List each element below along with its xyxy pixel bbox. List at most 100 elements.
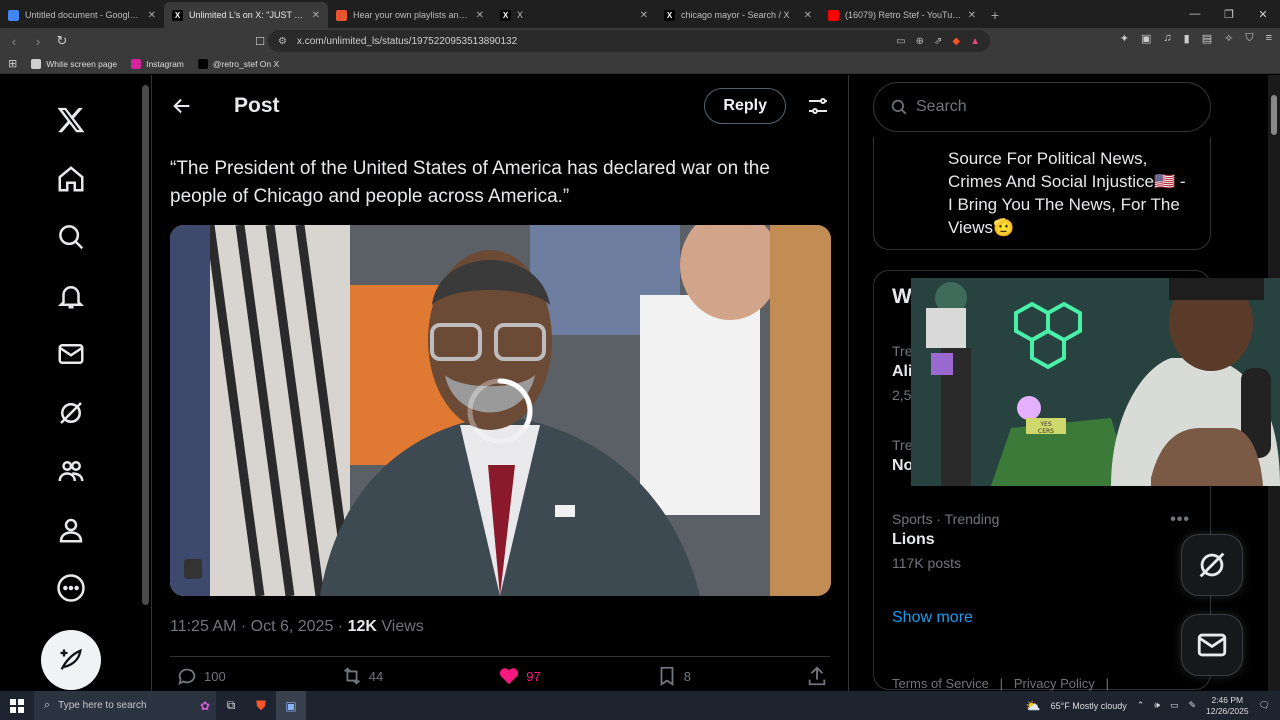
repost-action[interactable]: 44 [341, 665, 383, 687]
back-nav-icon[interactable]: ‹ [4, 31, 24, 51]
scrollbar-thumb[interactable] [1271, 95, 1277, 135]
trend-more-icon[interactable]: ••• [1170, 511, 1190, 529]
show-more-link[interactable]: Show more [892, 609, 973, 627]
tab-close-icon[interactable]: ✕ [148, 10, 156, 21]
tray-chevron-icon[interactable]: ⌃ [1137, 700, 1145, 711]
clock[interactable]: 2:46 PM 12/26/2025 [1206, 695, 1249, 717]
address-bar[interactable]: ⚙ x.com/unlimited_ls/status/197522095351… [268, 30, 990, 52]
widget-icon[interactable]: ✿ [200, 699, 210, 713]
post-timestamp[interactable]: 11:25 AM · Oct 6, 2025 · [170, 618, 348, 635]
share-icon[interactable]: ⇗ [934, 36, 942, 47]
explore-search-icon[interactable] [41, 208, 101, 267]
music-icon [336, 9, 347, 21]
back-arrow-icon[interactable] [170, 94, 194, 118]
video-control-icon[interactable] [184, 559, 202, 579]
messages-floating-button[interactable] [1181, 614, 1243, 676]
bookmark-page-icon[interactable]: ☐ [250, 31, 270, 51]
left-scrollbar[interactable] [142, 85, 149, 605]
minimize-icon[interactable]: — [1178, 0, 1212, 28]
site-info-icon[interactable]: ⚙ [278, 36, 287, 47]
communities-icon[interactable] [41, 442, 101, 501]
start-button[interactable] [0, 691, 34, 720]
media-icon[interactable]: ♫ [1163, 32, 1171, 45]
extensions-icon[interactable]: ✦ [1120, 32, 1129, 45]
menu-icon[interactable]: ≡ [1266, 32, 1272, 45]
brave-rewards-icon[interactable]: ▲ [970, 36, 980, 47]
screenshot-icon[interactable]: ▣ [1141, 32, 1151, 45]
views-count: 12K [347, 618, 377, 635]
bookmark-item[interactable]: White screen page [31, 58, 117, 69]
bookmark-action[interactable]: 8 [656, 665, 691, 687]
tab-close-icon[interactable]: ✕ [804, 10, 812, 21]
x-logo-icon[interactable] [41, 91, 101, 150]
zoom-icon[interactable]: ⊕ [916, 36, 924, 47]
leo-icon[interactable]: ✧ [1224, 32, 1233, 45]
post-video[interactable] [170, 225, 831, 596]
x-icon: X [172, 9, 183, 21]
brave-taskbar-icon[interactable]: ⛊ [246, 691, 276, 720]
vpn-icon[interactable]: ⛉ [1245, 32, 1253, 45]
home-icon[interactable] [41, 150, 101, 209]
bookmark-item[interactable]: Instagram [131, 58, 184, 69]
taskbar-search[interactable]: ⌕ Type here to search ✿ [34, 691, 216, 720]
close-window-icon[interactable]: ✕ [1246, 0, 1280, 28]
privacy-link[interactable]: Privacy Policy [1014, 676, 1095, 691]
volume-icon[interactable]: 🕪 [1154, 700, 1160, 711]
new-tab-button[interactable]: + [984, 2, 1006, 28]
brave-shield-icon[interactable]: ◆ [952, 36, 960, 47]
x-icon: X [500, 9, 511, 21]
terms-link[interactable]: Terms of Service [892, 676, 989, 691]
browser-tab[interactable]: (16079) Retro Stef - YouTube ✕ [820, 2, 984, 28]
bookmark-item[interactable]: @retro_stef On X [197, 58, 279, 69]
trend-item[interactable]: Tre Ali 2,5 [892, 343, 912, 403]
messages-envelope-icon[interactable] [41, 325, 101, 384]
app-taskbar-icon[interactable]: ▣ [276, 691, 306, 720]
grok-floating-button[interactable] [1181, 534, 1243, 596]
cast-icon[interactable]: ▭ [896, 36, 905, 47]
grok-icon[interactable] [41, 384, 101, 443]
browser-tab[interactable]: X X ✕ [492, 2, 656, 28]
tab-close-icon[interactable]: ✕ [968, 10, 976, 21]
compose-post-button[interactable] [41, 629, 101, 690]
wallet-icon[interactable]: ▤ [1202, 32, 1212, 45]
restore-icon[interactable]: ❐ [1212, 0, 1246, 28]
forward-nav-icon[interactable]: › [28, 31, 48, 51]
clock-date: 12/26/2025 [1206, 705, 1249, 716]
notification-icon[interactable]: 🗨 [1259, 700, 1270, 711]
windows-logo-icon [10, 698, 24, 713]
more-options-icon[interactable] [41, 559, 101, 618]
tab-close-icon[interactable]: ✕ [640, 10, 648, 21]
tab-close-icon[interactable]: ✕ [476, 10, 484, 21]
views-label: Views [376, 618, 424, 635]
browser-tab[interactable]: Untitled document - Google Docs ✕ [0, 2, 164, 28]
task-view-icon[interactable]: ⧉ [216, 691, 246, 720]
search-placeholder: Search [916, 98, 967, 115]
profile-icon[interactable] [41, 501, 101, 560]
weather-text[interactable]: 65°F Mostly cloudy [1051, 701, 1127, 711]
reply-settings-icon[interactable] [806, 94, 830, 118]
sidebar-icon[interactable]: ▮ [1184, 32, 1190, 45]
browser-tab[interactable]: Xchicago mayor - Search / X ✕ [656, 2, 820, 28]
trend-category: Tre [892, 343, 913, 359]
browser-toolbar: ‹ › ↻ ☐ ⚙ x.com/unlimited_ls/status/1975… [0, 28, 1280, 54]
notifications-bell-icon[interactable] [41, 267, 101, 326]
footer-links: Terms of Service | Privacy Policy | [892, 676, 1109, 691]
window-controls: — ❐ ✕ [1178, 0, 1280, 28]
reply-button[interactable]: Reply [704, 88, 786, 124]
pen-icon[interactable]: ✎ [1188, 700, 1196, 711]
search-input[interactable]: Search [873, 82, 1211, 132]
heart-icon [500, 668, 519, 685]
reply-bubble-icon [178, 668, 196, 686]
browser-tab-label: (16079) Retro Stef - YouTube [845, 10, 962, 20]
like-action[interactable]: 97 [498, 665, 541, 687]
webcam-sign-line1: YES [1039, 421, 1051, 428]
share-action[interactable] [806, 665, 828, 687]
trend-item[interactable]: Sports · Trending Lions 117K posts [892, 511, 999, 571]
tab-close-icon[interactable]: ✕ [312, 10, 320, 21]
reload-icon[interactable]: ↻ [52, 31, 72, 51]
browser-tab[interactable]: Hear your own playlists and the play ✕ [328, 2, 492, 28]
apps-grid-icon[interactable]: ⊞ [8, 57, 17, 70]
network-icon[interactable]: ▭ [1170, 700, 1179, 711]
reply-action[interactable]: 100 [176, 665, 226, 687]
browser-tab[interactable]: X Unlimited L's on X: "JUST IN - Ch ✕ [164, 2, 328, 28]
